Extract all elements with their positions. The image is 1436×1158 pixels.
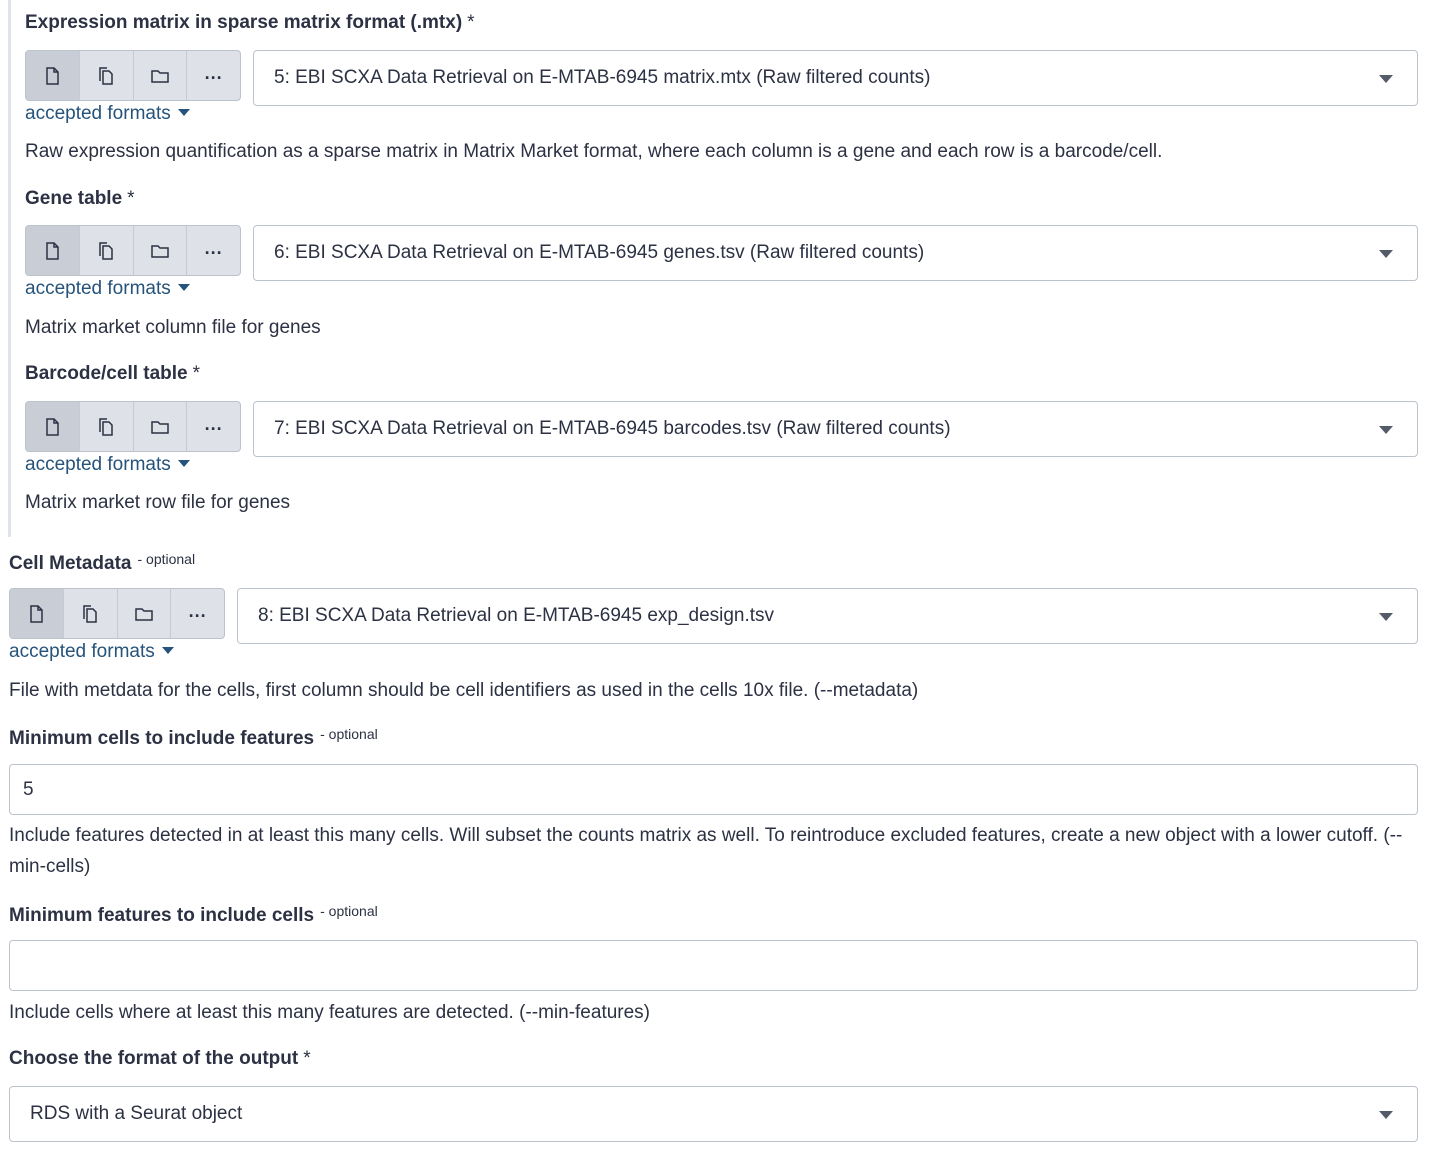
expression-matrix-help: Raw expression quantification as a spars… bbox=[25, 141, 1163, 162]
folder-icon bbox=[151, 244, 169, 258]
caret-down-icon bbox=[177, 109, 190, 116]
barcode-table-source-buttons: ... bbox=[25, 401, 241, 452]
folder-icon bbox=[151, 420, 169, 434]
cell-metadata-help: File with metdata for the cells, first c… bbox=[9, 680, 919, 701]
chevron-down-icon bbox=[1379, 250, 1393, 258]
single-dataset-button[interactable] bbox=[26, 226, 80, 275]
output-format-select[interactable]: RDS with a Seurat object bbox=[9, 1086, 1418, 1142]
caret-down-icon bbox=[161, 647, 174, 654]
multiple-datasets-button[interactable] bbox=[80, 51, 134, 100]
file-icon bbox=[46, 241, 60, 260]
more-icon: ... bbox=[204, 237, 223, 258]
accepted-formats-toggle[interactable]: accepted formats bbox=[25, 454, 190, 476]
folder-icon bbox=[151, 69, 169, 83]
gene-table-help: Matrix market column file for genes bbox=[25, 317, 321, 338]
single-dataset-button[interactable] bbox=[26, 51, 80, 100]
barcode-table-select[interactable]: 7: EBI SCXA Data Retrieval on E-MTAB-694… bbox=[253, 401, 1418, 457]
gene-table-label: Gene table * bbox=[25, 188, 135, 209]
chevron-down-icon bbox=[1379, 426, 1393, 434]
more-icon: ... bbox=[188, 600, 207, 621]
output-format-label: Choose the format of the output * bbox=[9, 1048, 311, 1069]
multiple-datasets-button[interactable] bbox=[80, 226, 134, 275]
caret-down-icon bbox=[177, 284, 190, 291]
more-options-button[interactable]: ... bbox=[187, 402, 240, 451]
chevron-down-icon bbox=[1379, 1111, 1393, 1119]
min-features-label: Minimum features to include cells - optio… bbox=[9, 903, 378, 926]
accepted-formats-toggle[interactable]: accepted formats bbox=[25, 278, 190, 300]
file-icon bbox=[46, 417, 60, 436]
dataset-collection-button[interactable] bbox=[118, 589, 172, 638]
single-dataset-button[interactable] bbox=[26, 402, 80, 451]
files-icon bbox=[99, 66, 113, 85]
barcode-table-label: Barcode/cell table * bbox=[25, 363, 201, 384]
accepted-formats-toggle[interactable]: accepted formats bbox=[25, 103, 190, 125]
expression-matrix-source-buttons: ... bbox=[25, 50, 241, 101]
more-icon: ... bbox=[204, 62, 223, 83]
more-options-button[interactable]: ... bbox=[187, 51, 240, 100]
folder-icon bbox=[135, 607, 153, 621]
expression-matrix-label: Expression matrix in sparse matrix forma… bbox=[25, 12, 475, 33]
file-icon bbox=[30, 604, 44, 623]
gene-table-source-buttons: ... bbox=[25, 225, 241, 276]
accepted-formats-toggle[interactable]: accepted formats bbox=[9, 641, 174, 663]
dataset-collection-button[interactable] bbox=[134, 51, 188, 100]
chevron-down-icon bbox=[1379, 75, 1393, 83]
dataset-collection-button[interactable] bbox=[134, 226, 188, 275]
gene-table-select[interactable]: 6: EBI SCXA Data Retrieval on E-MTAB-694… bbox=[253, 225, 1418, 281]
multiple-datasets-button[interactable] bbox=[80, 402, 134, 451]
min-features-input[interactable] bbox=[9, 940, 1418, 991]
min-cells-label: Minimum cells to include features - optio… bbox=[9, 726, 378, 749]
min-cells-help: Include features detected in at least th… bbox=[9, 825, 1403, 877]
file-icon bbox=[46, 66, 60, 85]
chevron-down-icon bbox=[1379, 613, 1393, 621]
more-icon: ... bbox=[204, 413, 223, 434]
files-icon bbox=[99, 417, 113, 436]
cell-metadata-label: Cell Metadata - optional bbox=[9, 551, 196, 574]
cell-metadata-source-buttons: ... bbox=[9, 588, 225, 639]
min-cells-input[interactable] bbox=[9, 764, 1418, 815]
caret-down-icon bbox=[177, 460, 190, 467]
more-options-button[interactable]: ... bbox=[171, 589, 224, 638]
dataset-collection-button[interactable] bbox=[134, 402, 188, 451]
barcode-table-help: Matrix market row file for genes bbox=[25, 492, 291, 513]
multiple-datasets-button[interactable] bbox=[64, 589, 118, 638]
expression-matrix-select[interactable]: 5: EBI SCXA Data Retrieval on E-MTAB-694… bbox=[253, 50, 1418, 106]
single-dataset-button[interactable] bbox=[10, 589, 64, 638]
files-icon bbox=[83, 604, 97, 623]
more-options-button[interactable]: ... bbox=[187, 226, 240, 275]
files-icon bbox=[99, 241, 113, 260]
min-features-help: Include cells where at least this many f… bbox=[9, 1002, 651, 1023]
cell-metadata-select[interactable]: 8: EBI SCXA Data Retrieval on E-MTAB-694… bbox=[237, 588, 1418, 644]
